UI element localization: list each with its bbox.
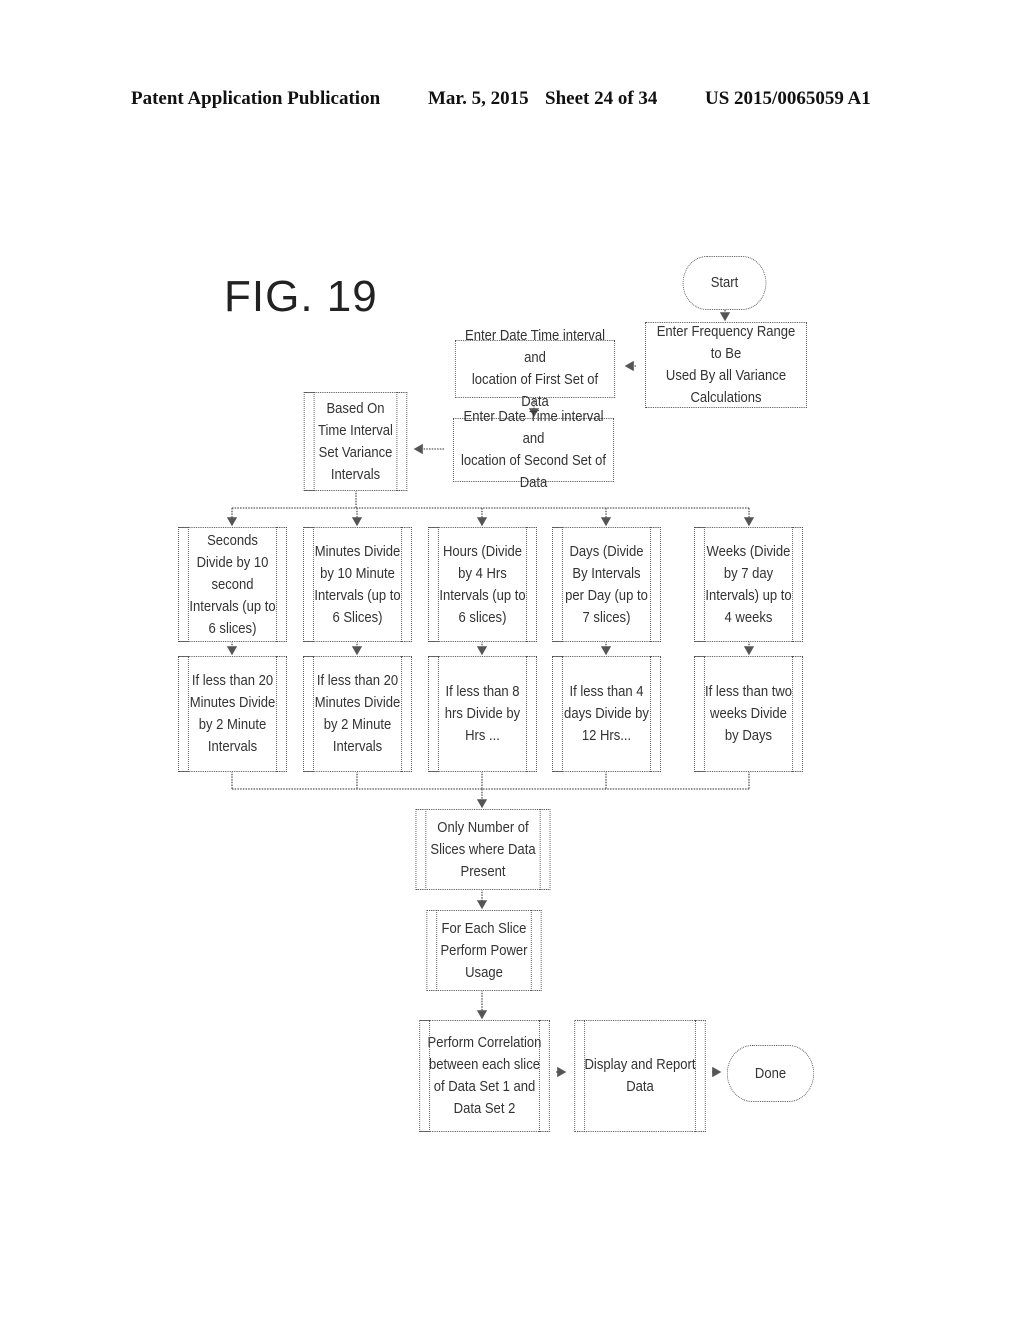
branch-days-fallback: If less than 4 days Divide by 12 Hrs...: [552, 656, 661, 772]
branch-days: Days (Divide By Intervals per Day (up to…: [552, 527, 661, 642]
branch-seconds-label: Seconds Divide by 10 second Intervals (u…: [189, 532, 276, 637]
frequency-range-label: Enter Frequency Range to Be Used By all …: [656, 324, 796, 406]
power-usage-label: For Each Slice Perform Power Usage: [440, 920, 528, 981]
branch-minutes-fallback: If less than 20 Minutes Divide by 2 Minu…: [303, 656, 412, 772]
branch-hours-fallback-label: If less than 8 hrs Divide by Hrs ...: [444, 684, 521, 744]
sheet-number: Sheet 24 of 34: [545, 88, 658, 109]
patent-number: US 2015/0065059 A1: [705, 88, 871, 109]
branch-weeks-fallback: If less than two weeks Divide by Days: [694, 656, 803, 772]
start-terminal: Start: [682, 256, 767, 310]
branch-hours-fallback: If less than 8 hrs Divide by Hrs ...: [428, 656, 537, 772]
done-label: Done: [754, 1065, 787, 1082]
branch-seconds-fallback-label: If less than 20 Minutes Divide by 2 Minu…: [189, 673, 276, 755]
branch-weeks-label: Weeks (Divide by 7 day Intervals) up to …: [705, 543, 792, 626]
display-report-step: Display and Report Data: [574, 1020, 706, 1132]
branch-seconds-fallback: If less than 20 Minutes Divide by 2 Minu…: [178, 656, 287, 772]
branch-hours-label: Hours (Divide by 4 Hrs Intervals (up to …: [439, 543, 526, 626]
branch-hours: Hours (Divide by 4 Hrs Intervals (up to …: [428, 527, 537, 642]
branch-weeks-fallback-label: If less than two weeks Divide by Days: [704, 684, 793, 744]
publication-label: Patent Application Publication: [131, 88, 381, 109]
first-data-set-step: Enter Date Time interval and location of…: [454, 328, 616, 410]
power-usage-step: For Each Slice Perform Power Usage: [426, 910, 542, 991]
branch-weeks: Weeks (Divide by 7 day Intervals) up to …: [694, 527, 803, 642]
branch-days-fallback-label: If less than 4 days Divide by 12 Hrs...: [564, 684, 649, 744]
branch-minutes: Minutes Divide by 10 Minute Intervals (u…: [303, 527, 412, 642]
done-terminal: Done: [726, 1045, 815, 1102]
start-label: Start: [710, 275, 739, 291]
slices-present-label: Only Number of Slices where Data Present: [430, 819, 536, 880]
branch-minutes-label: Minutes Divide by 10 Minute Intervals (u…: [314, 543, 401, 626]
branch-days-label: Days (Divide By Intervals per Day (up to…: [565, 543, 648, 626]
slices-present-step: Only Number of Slices where Data Present: [415, 809, 551, 890]
display-report-label: Display and Report Data: [584, 1057, 696, 1095]
second-data-set-label: Enter Date Time interval and location of…: [460, 409, 607, 491]
correlation-label: Perform Correlation between each slice o…: [427, 1035, 542, 1117]
publication-date: Mar. 5, 2015: [428, 88, 529, 109]
correlation-step: Perform Correlation between each slice o…: [419, 1020, 550, 1132]
branch-seconds: Seconds Divide by 10 second Intervals (u…: [178, 527, 287, 642]
second-data-set-step: Enter Date Time interval and location of…: [452, 409, 615, 491]
first-data-set-label: Enter Date Time interval and location of…: [464, 328, 605, 410]
branch-minutes-fallback-label: If less than 20 Minutes Divide by 2 Minu…: [314, 673, 401, 755]
frequency-range-step: Enter Frequency Range to Be Used By all …: [645, 322, 807, 408]
set-variance-intervals-step: Based On Time Interval Set Variance Inte…: [303, 392, 408, 491]
set-variance-intervals-label: Based On Time Interval Set Variance Inte…: [318, 400, 393, 483]
figure-label: FIG. 19: [224, 272, 378, 321]
